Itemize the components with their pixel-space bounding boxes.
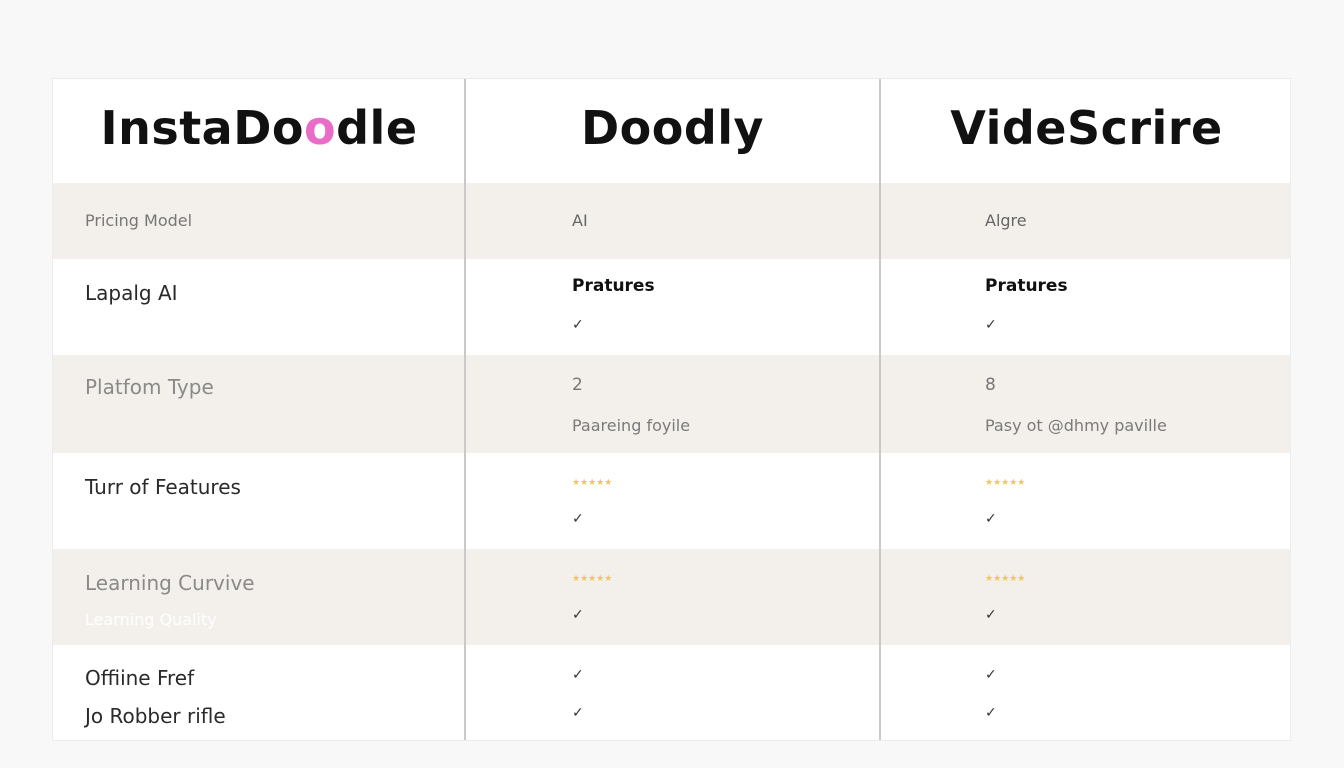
brand-doodly: Doodly	[580, 101, 765, 155]
header-cell-videscrire: VideScrire	[881, 79, 1292, 183]
row-features: Turr of Features ★★★★★ ✓ ★★★★★ ✓	[53, 453, 1290, 549]
doodly-pratures-title: Pratures	[572, 276, 655, 296]
brand-accent-letter: o	[304, 101, 337, 155]
row-lapalg-ai: Lapalg AI Pratures ✓ Pratures ✓	[53, 259, 1290, 355]
videscrire-platform-text: Pasy ot @dhmy paville	[985, 416, 1167, 435]
comparison-table: InstaDoodle Doodly VideScrire Pricing Mo…	[52, 78, 1291, 741]
videscrire-features-check-icon: ✓	[985, 511, 997, 527]
row-label-features: Turr of Features	[85, 475, 241, 499]
doodly-platform-text: Paareing foyile	[572, 416, 691, 435]
brand-videscrire: VideScrire	[950, 101, 1223, 155]
row-label-platform-type: Platfom Type	[85, 375, 214, 399]
row-pricing-model: Pricing Model AI Algre	[53, 183, 1290, 259]
videscrire-features-stars: ★★★★★	[985, 478, 1026, 488]
row-label-pricing-model: Pricing Model	[85, 211, 193, 230]
column-divider-1	[464, 79, 466, 740]
row-label-lapalg-ai: Lapalg AI	[85, 281, 178, 305]
header-cell-doodly: Doodly	[466, 79, 879, 183]
videscrire-learning-stars: ★★★★★	[985, 574, 1026, 584]
doodly-pricing-value: AI	[572, 211, 588, 230]
row-learning-curve: Learning Curvive Learning Quality ★★★★★ …	[53, 549, 1290, 645]
brand-instadoodle: InstaDoodle	[100, 101, 418, 155]
videscrire-offline-check-icon: ✓	[985, 667, 997, 683]
doodly-platform-number: 2	[572, 375, 583, 395]
row-label-learning-curve: Learning Curvive	[85, 571, 255, 595]
doodly-robber-check-icon: ✓	[572, 705, 584, 721]
row-label-offline: Offiine Fref	[85, 666, 195, 690]
column-divider-2	[879, 79, 881, 740]
doodly-learning-stars: ★★★★★	[572, 574, 613, 584]
videscrire-learning-check-icon: ✓	[985, 607, 997, 623]
videscrire-robber-check-icon: ✓	[985, 705, 997, 721]
header-row: InstaDoodle Doodly VideScrire	[53, 79, 1290, 183]
row-sublabel-learning-quality: Learning Quality	[85, 610, 217, 629]
row-label-robber: Jo Robber rifle	[85, 704, 226, 728]
doodly-lapalg-check-icon: ✓	[572, 317, 584, 333]
doodly-learning-check-icon: ✓	[572, 607, 584, 623]
videscrire-pricing-value: Algre	[985, 211, 1027, 230]
row-offline: Offiine Fref Jo Robber rifle ✓ ✓ ✓ ✓	[53, 645, 1290, 741]
doodly-features-stars: ★★★★★	[572, 478, 613, 488]
videscrire-lapalg-check-icon: ✓	[985, 317, 997, 333]
videscrire-platform-number: 8	[985, 375, 996, 395]
doodly-features-check-icon: ✓	[572, 511, 584, 527]
videscrire-pratures-title: Pratures	[985, 276, 1068, 296]
row-platform-type: Platfom Type 2 Paareing foyile 8 Pasy ot…	[53, 355, 1290, 453]
header-cell-instadoodle: InstaDoodle	[53, 79, 465, 183]
doodly-offline-check-icon: ✓	[572, 667, 584, 683]
